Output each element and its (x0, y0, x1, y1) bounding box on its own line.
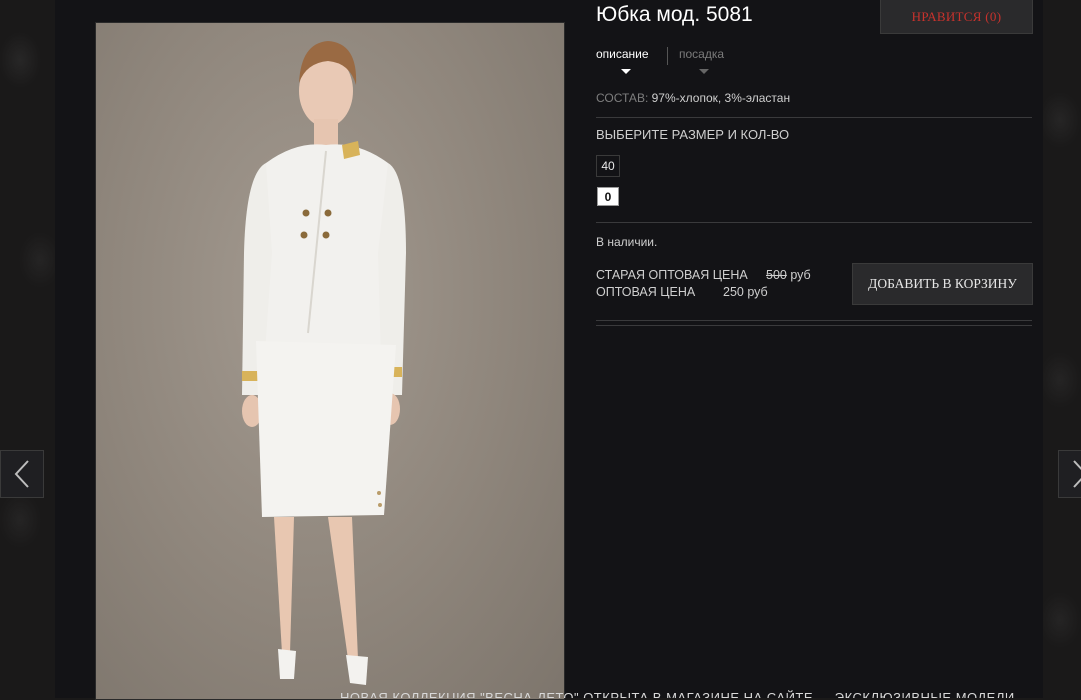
size-heading: ВЫБЕРИТЕ РАЗМЕР И КОЛ-ВО (596, 127, 790, 142)
quantity-input[interactable]: 0 (597, 187, 619, 206)
ticker-text: НОВАЯ КОЛЛЕКЦИЯ "ВЕСНА-ЛЕТО" ОТКРЫТА В М… (340, 690, 1015, 698)
add-to-cart-button[interactable]: ДОБАВИТЬ В КОРЗИНУ (852, 263, 1033, 305)
price-label: ОПТОВАЯ ЦЕНА (596, 285, 696, 299)
product-title: Юбка мод. 5081 (596, 3, 753, 26)
prev-button[interactable] (0, 450, 44, 498)
model-illustration (242, 41, 406, 685)
composition-label: СОСТАВ: (596, 91, 649, 105)
inactive-tab-caret-icon (699, 69, 709, 74)
news-ticker: НОВАЯ КОЛЛЕКЦИЯ "ВЕСНА-ЛЕТО" ОТКРЫТА В М… (0, 686, 1081, 698)
chevron-right-icon (1073, 460, 1081, 488)
next-button[interactable] (1058, 450, 1081, 498)
divider (596, 325, 1032, 326)
tab-description[interactable]: описание (596, 47, 649, 61)
active-tab-caret-icon (621, 69, 631, 74)
tab-fit[interactable]: посадка (679, 47, 724, 61)
price-value: 250 руб (723, 285, 768, 299)
chevron-left-icon (14, 460, 29, 488)
old-price-label: СТАРАЯ ОПТОВАЯ ЦЕНА (596, 268, 748, 282)
like-button[interactable]: НРАВИТСЯ (0) (880, 0, 1033, 34)
divider (596, 117, 1032, 118)
composition: СОСТАВ: 97%-хлопок, 3%-эластан (596, 91, 790, 105)
tab-divider (667, 47, 668, 65)
size-option-40[interactable]: 40 (596, 155, 620, 177)
old-price-value: 500 руб (766, 268, 811, 282)
composition-value: 97%-хлопок, 3%-эластан (651, 91, 791, 105)
divider (596, 222, 1032, 223)
availability-status: В наличии. (596, 235, 658, 249)
divider (596, 320, 1032, 321)
product-photo[interactable] (95, 22, 565, 700)
